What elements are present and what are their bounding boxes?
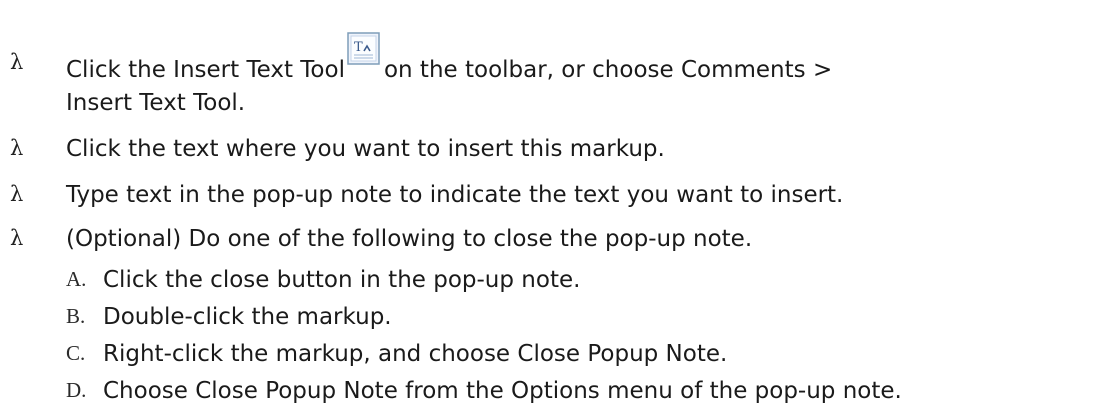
svg-text:T: T: [354, 40, 363, 55]
step-bullet: λ: [10, 136, 24, 160]
option-d-text: Choose Close Popup Note from the Options…: [103, 378, 902, 404]
option-a-text: Click the close button in the pop-up not…: [103, 267, 581, 293]
step-3-text: Type text in the pop-up note to indicate…: [66, 182, 844, 208]
step-bullet: λ: [10, 50, 24, 74]
option-letter: B.: [66, 304, 86, 328]
step-4-text: (Optional) Do one of the following to cl…: [66, 226, 753, 252]
option-letter: C.: [66, 341, 86, 365]
step-bullet: λ: [10, 226, 24, 250]
instructions-document: λ Click the Insert Text Tool T on the to…: [0, 0, 1094, 417]
option-letter: D.: [66, 378, 87, 402]
option-letter: A.: [66, 267, 87, 291]
step-1-text-before-icon: Click the Insert Text Tool: [66, 57, 345, 83]
option-c-text: Right-click the markup, and choose Close…: [103, 341, 728, 367]
insert-text-tool-icon: T: [347, 32, 380, 65]
step-2-text: Click the text where you want to insert …: [66, 136, 665, 162]
step-1-continuation-text: Insert Text Tool.: [66, 90, 246, 116]
option-b-text: Double-click the markup.: [103, 304, 392, 330]
step-1-text-after-icon: on the toolbar, or choose Comments >: [383, 57, 833, 83]
step-bullet: λ: [10, 182, 24, 206]
